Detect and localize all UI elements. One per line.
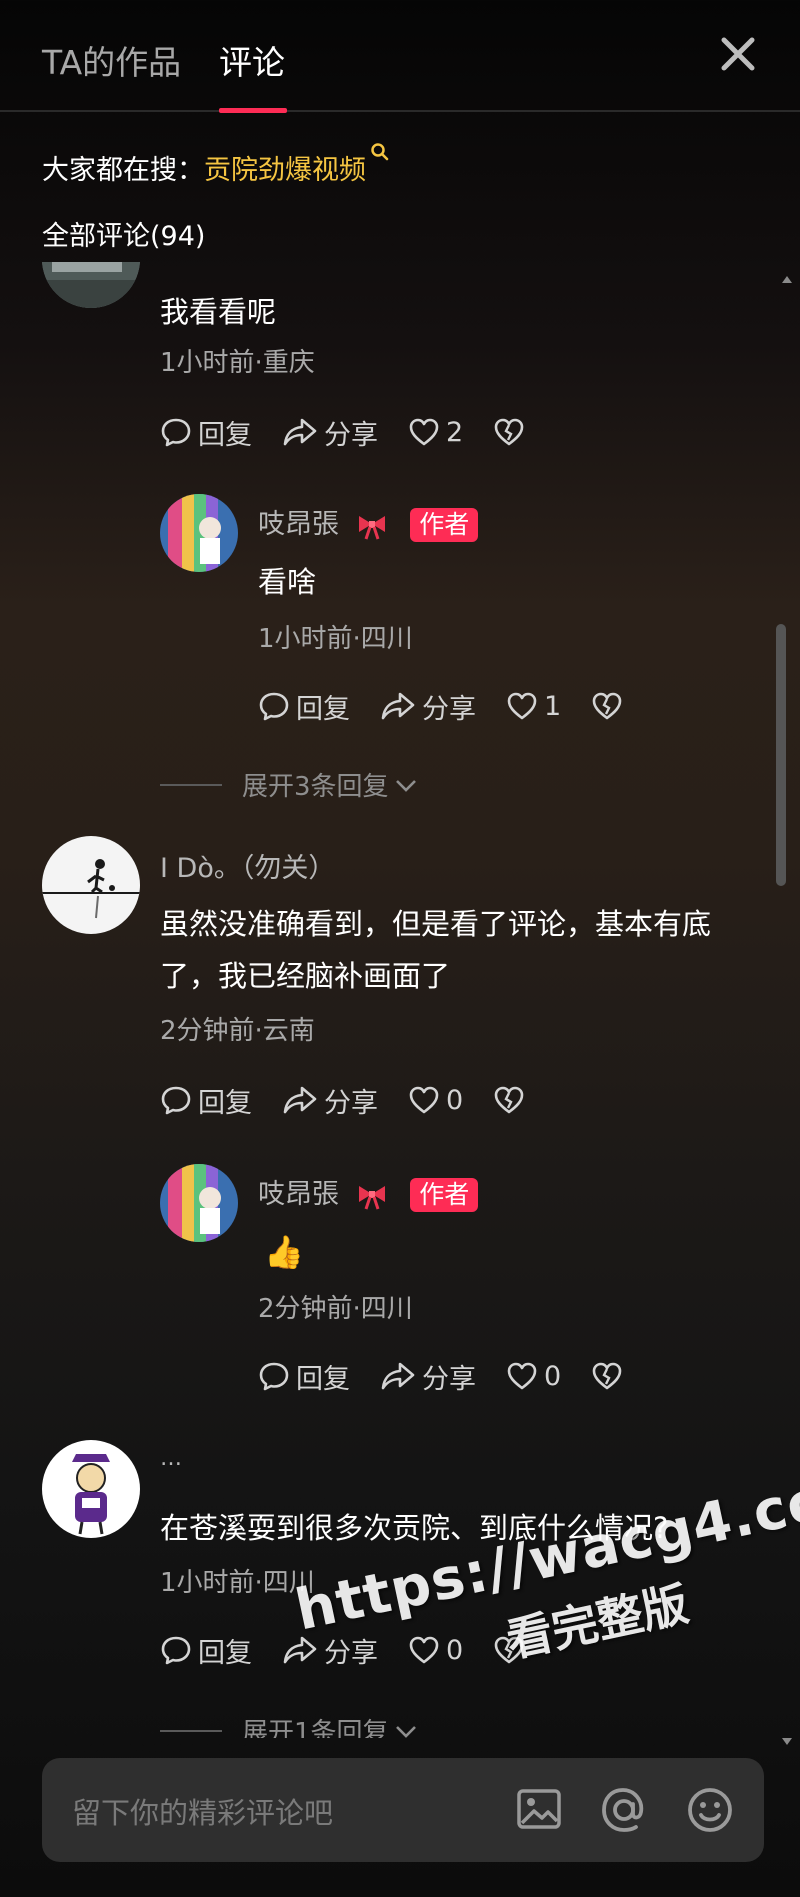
broken-heart-icon [494, 418, 524, 446]
like-count: 0 [544, 1360, 562, 1392]
reply-label: 回复 [296, 1363, 350, 1395]
reply-actions: 回复 分享 1 [258, 686, 659, 726]
reply-button[interactable]: 回复 [160, 1081, 252, 1120]
share-label: 分享 [422, 693, 476, 725]
like-button[interactable]: 0 [506, 1361, 561, 1392]
reply-meta: 2分钟前·四川 [258, 1294, 413, 1324]
broken-heart-icon [494, 1086, 524, 1114]
comment-author[interactable]: I Dò。（勿关） [160, 846, 335, 885]
comment-text: 我看看呢 [160, 295, 277, 329]
heart-icon [507, 692, 537, 720]
like-button[interactable]: 2 [408, 417, 463, 448]
chevron-down-icon [395, 779, 416, 792]
reply-button[interactable]: 回复 [160, 413, 252, 452]
hot-search: 大家都在搜：贡院劲爆视频 [42, 143, 390, 187]
comment-text: 虽然没准确看到，但是看了评论，基本有底了，我已经脑补画面了 [160, 907, 712, 993]
comments-count: 全部评论(94) [42, 221, 206, 252]
divider [160, 1729, 222, 1732]
like-button[interactable]: 1 [506, 691, 561, 722]
share-label: 分享 [422, 1363, 476, 1395]
share-label: 分享 [324, 1087, 378, 1119]
reply-button[interactable]: 回复 [258, 1357, 350, 1396]
author-name: 吱昂張 [258, 1179, 339, 1210]
author-name: 吱昂張 [258, 509, 339, 540]
reply-actions: 回复 分享 0 [258, 1356, 659, 1396]
divider [160, 783, 222, 786]
hot-search-link[interactable]: 贡院劲爆视频 [204, 155, 366, 186]
share-label: 分享 [324, 419, 378, 451]
heart-icon [409, 418, 439, 446]
comment-icon [259, 692, 289, 721]
share-icon [381, 1362, 415, 1390]
avatar[interactable] [160, 494, 238, 572]
image-icon[interactable] [514, 1784, 564, 1834]
share-button[interactable]: 分享 [380, 687, 476, 726]
scroll-down-arrow[interactable] [782, 1738, 792, 1745]
like-count: 2 [446, 416, 464, 448]
reply-author[interactable]: 吱昂張 作者 [258, 1172, 479, 1212]
share-icon [283, 1086, 317, 1114]
like-button[interactable]: 0 [408, 1085, 463, 1116]
reply-button[interactable]: 回复 [258, 687, 350, 726]
avatar[interactable] [42, 262, 140, 308]
comment-icon [259, 1362, 289, 1391]
bow-icon [358, 1185, 385, 1209]
tab-works[interactable]: TA的作品 [42, 36, 181, 84]
reply-text: 👍 [264, 1233, 304, 1271]
reply-label: 回复 [198, 1637, 252, 1669]
close-icon[interactable] [718, 34, 758, 74]
chevron-down-icon [395, 1725, 416, 1738]
share-button[interactable]: 分享 [282, 1081, 378, 1120]
broken-heart-icon [592, 1362, 622, 1390]
comment-icon [161, 418, 191, 447]
reply-text: 看啥 [258, 565, 317, 599]
expand-replies[interactable]: 展开3条回复 [160, 766, 419, 803]
comment-meta: 1小时前·重庆 [160, 348, 315, 378]
comment-icon [161, 1086, 191, 1115]
active-tab-indicator [219, 108, 287, 113]
tab-comments[interactable]: 评论 [219, 36, 285, 84]
author-badge: 作者 [410, 1178, 479, 1212]
avatar[interactable] [42, 836, 140, 934]
heart-icon [409, 1086, 439, 1114]
comment-actions: 回复 分享 0 [160, 1080, 561, 1120]
share-button[interactable]: 分享 [380, 1357, 476, 1396]
search-icon[interactable] [370, 142, 390, 162]
reply-label: 回复 [296, 693, 350, 725]
share-icon [381, 692, 415, 720]
comment-meta: 2分钟前·云南 [160, 1016, 315, 1046]
reply-label: 回复 [198, 419, 252, 451]
author-badge: 作者 [410, 508, 479, 542]
reply-label: 回复 [198, 1087, 252, 1119]
at-icon[interactable] [598, 1784, 650, 1836]
share-button[interactable]: 分享 [282, 413, 378, 452]
avatar[interactable] [42, 1440, 140, 1538]
expand-label: 展开3条回复 [242, 772, 389, 802]
dislike-button[interactable] [493, 417, 531, 447]
comment-input-bar[interactable]: 留下你的精彩评论吧 [42, 1758, 764, 1862]
comment-icon [161, 1636, 191, 1665]
comment-input[interactable]: 留下你的精彩评论吧 [72, 1790, 333, 1832]
like-count: 0 [446, 1084, 464, 1116]
dislike-button[interactable] [591, 691, 629, 721]
expand-replies[interactable]: 展开1条回复 [160, 1712, 419, 1738]
share-icon [283, 418, 317, 446]
heart-icon [507, 1362, 537, 1390]
avatar[interactable] [160, 1164, 238, 1242]
bow-icon [358, 515, 385, 539]
comment-author[interactable]: … [160, 1446, 183, 1471]
expand-label: 展开1条回复 [242, 1718, 389, 1738]
emoji-icon[interactable] [684, 1784, 736, 1836]
like-count: 1 [544, 690, 562, 722]
reply-author[interactable]: 吱昂張 作者 [258, 502, 479, 542]
hot-search-prefix: 大家都在搜： [42, 155, 204, 186]
comment-actions: 回复 分享 2 [160, 412, 561, 452]
broken-heart-icon [592, 692, 622, 720]
reply-button[interactable]: 回复 [160, 1631, 252, 1670]
reply-meta: 1小时前·四川 [258, 624, 413, 654]
dislike-button[interactable] [493, 1085, 531, 1115]
tab-bar: TA的作品 评论 [0, 0, 800, 113]
dislike-button[interactable] [591, 1361, 629, 1391]
